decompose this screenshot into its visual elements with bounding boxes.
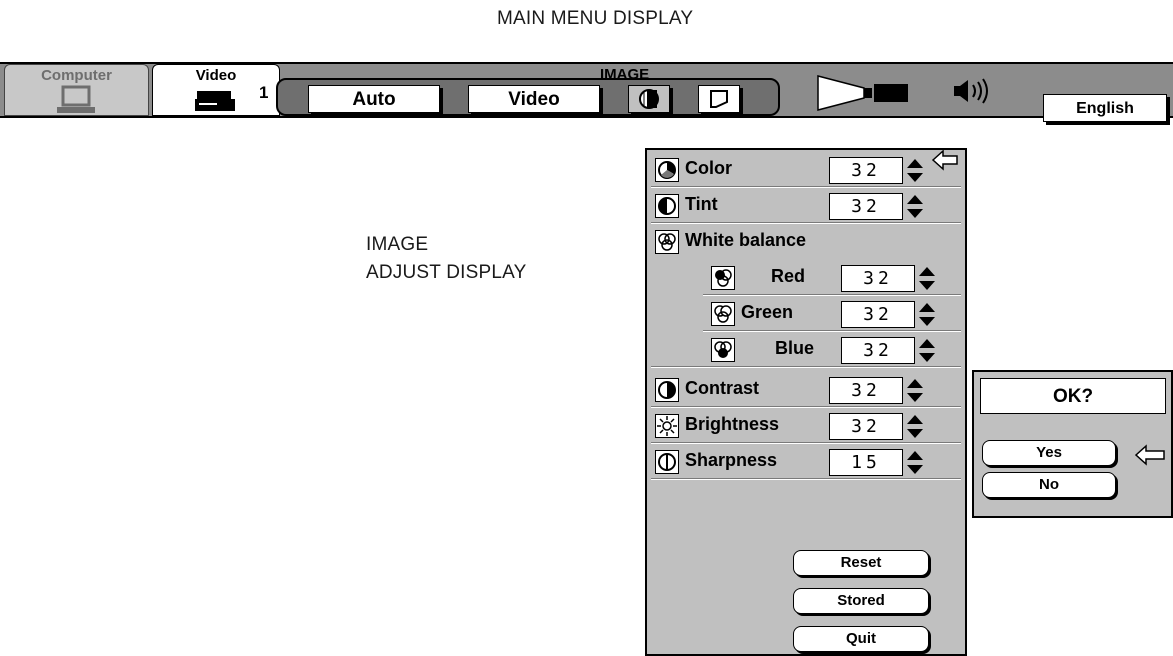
blue-value[interactable]: 32	[841, 337, 915, 364]
color-spinner-icon[interactable]	[905, 157, 925, 184]
color-value[interactable]: 32	[829, 157, 903, 184]
confirm-title: OK?	[980, 378, 1166, 414]
red-icon	[711, 266, 735, 290]
tab-computer[interactable]: Computer	[4, 64, 149, 116]
stored-button[interactable]: Stored	[793, 588, 929, 614]
green-row[interactable]: Green 32	[647, 296, 965, 332]
sharpness-value[interactable]: 15	[829, 449, 903, 476]
brightness-icon	[655, 414, 679, 438]
video-mode-button[interactable]: Video	[468, 85, 600, 113]
row-divider	[651, 478, 961, 480]
tint-label: Tint	[685, 194, 718, 214]
blue-row[interactable]: Blue 32	[647, 332, 965, 368]
contrast-value[interactable]: 32	[829, 377, 903, 404]
brightness-spinner-icon[interactable]	[905, 413, 925, 440]
green-icon	[711, 302, 735, 326]
computer-icon	[57, 85, 95, 113]
contrast-row[interactable]: Contrast 32	[647, 372, 965, 408]
image-adjust-icon	[639, 89, 659, 109]
blue-icon	[711, 338, 735, 362]
tab-video-label: Video	[195, 67, 237, 84]
color-label: Color	[685, 158, 732, 178]
contrast-spinner-icon[interactable]	[905, 377, 925, 404]
quit-button[interactable]: Quit	[793, 626, 929, 652]
no-button[interactable]: No	[982, 472, 1116, 498]
red-label: Red	[771, 266, 806, 286]
reset-button[interactable]: Reset	[793, 550, 929, 576]
selection-arrow-icon	[931, 149, 958, 171]
color-row[interactable]: Color 32	[647, 149, 965, 188]
speaker-icon[interactable]	[950, 74, 998, 108]
green-value[interactable]: 32	[841, 301, 915, 328]
language-button[interactable]: English	[1043, 94, 1167, 122]
screen-button[interactable]	[698, 85, 740, 113]
image-adjust-button[interactable]	[628, 85, 670, 113]
tint-row[interactable]: Tint 32	[647, 188, 965, 224]
auto-button[interactable]: Auto	[308, 85, 440, 113]
projector-icon[interactable]	[816, 72, 916, 112]
red-value[interactable]: 32	[841, 265, 915, 292]
video-input-number: 1	[259, 83, 269, 102]
tint-value[interactable]: 32	[829, 193, 903, 220]
brightness-value[interactable]: 32	[829, 413, 903, 440]
white-balance-row[interactable]: White balance	[647, 224, 965, 260]
red-spinner-icon[interactable]	[917, 265, 937, 292]
blue-label: Blue	[775, 338, 815, 358]
green-spinner-icon[interactable]	[917, 301, 937, 328]
image-group: Auto Video	[276, 78, 780, 116]
sharpness-row[interactable]: Sharpness 15	[647, 444, 965, 480]
tint-spinner-icon[interactable]	[905, 193, 925, 220]
image-adjust-panel: Color 32 Tint 32 White balance Red 32 Gr…	[645, 148, 967, 656]
green-label: Green	[741, 302, 794, 322]
sharpness-label: Sharpness	[685, 450, 778, 470]
main-menu-bar: Computer Video 1 IMAGE Auto Video	[0, 62, 1173, 118]
contrast-label: Contrast	[685, 378, 760, 398]
sharpness-spinner-icon[interactable]	[905, 449, 925, 476]
screen-icon	[710, 90, 728, 108]
image-adjust-caption-line1: IMAGE	[366, 234, 429, 255]
white-balance-label: White balance	[685, 230, 807, 250]
tab-computer-label: Computer	[41, 67, 112, 84]
blue-spinner-icon[interactable]	[917, 337, 937, 364]
main-menu-caption: MAIN MENU DISPLAY	[497, 8, 694, 29]
red-row[interactable]: Red 32	[647, 260, 965, 296]
image-adjust-caption-line2: ADJUST DISPLAY	[366, 262, 527, 283]
row-divider	[651, 366, 961, 368]
vcr-icon	[195, 91, 235, 111]
selection-arrow-icon	[1134, 444, 1165, 466]
tab-video[interactable]: Video 1	[152, 64, 280, 116]
confirm-dialog: OK? Yes No	[972, 370, 1173, 518]
brightness-label: Brightness	[685, 414, 780, 434]
tint-icon	[655, 194, 679, 218]
sharpness-icon	[655, 450, 679, 474]
color-icon	[655, 158, 679, 182]
white-balance-icon	[655, 230, 679, 254]
brightness-row[interactable]: Brightness 32	[647, 408, 965, 444]
contrast-icon	[655, 378, 679, 402]
yes-button[interactable]: Yes	[982, 440, 1116, 466]
